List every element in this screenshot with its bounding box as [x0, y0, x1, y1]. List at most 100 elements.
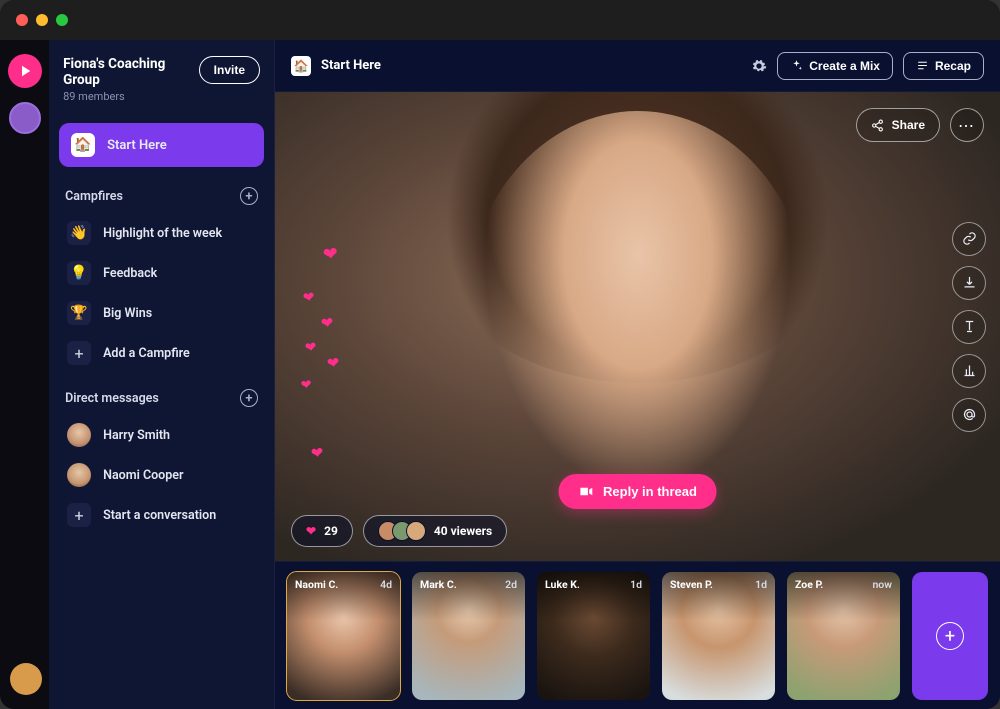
- mention-tool[interactable]: [952, 398, 986, 432]
- reply-time: 2d: [505, 578, 517, 591]
- dm-label: Harry Smith: [103, 428, 170, 443]
- group-title: Fiona's Coaching Group: [63, 56, 199, 88]
- reply-in-thread-button[interactable]: Reply in thread: [558, 474, 717, 509]
- dm-avatar: [67, 423, 91, 447]
- start-here-icon: 🏠: [71, 133, 95, 157]
- heart-icon: ❤: [304, 339, 318, 356]
- topbar-title-group: 🏠 Start Here: [291, 56, 381, 76]
- dm-avatar: [67, 463, 91, 487]
- topbar-title: Start Here: [321, 58, 381, 73]
- campfire-item-big-wins[interactable]: 🏆 Big Wins: [59, 293, 264, 333]
- heart-icon: ❤: [310, 443, 325, 463]
- reply-card[interactable]: Naomi C. 4d: [287, 572, 400, 700]
- add-campfire-label: Add a Campfire: [103, 346, 190, 361]
- add-campfire-item[interactable]: + Add a Campfire: [59, 333, 264, 373]
- campfire-label: Big Wins: [103, 306, 152, 321]
- add-reply-card[interactable]: +: [912, 572, 988, 700]
- reply-time: 1d: [630, 578, 642, 591]
- group-member-count: 89 members: [63, 90, 199, 103]
- lightbulb-icon: 💡: [67, 261, 91, 285]
- reply-card[interactable]: Steven P. 1d: [662, 572, 775, 700]
- reply-author: Steven P.: [670, 578, 713, 591]
- text-tool[interactable]: [952, 310, 986, 344]
- poll-tool[interactable]: [952, 354, 986, 388]
- reply-author: Mark C.: [420, 578, 457, 591]
- reply-card[interactable]: Zoe P.now: [787, 572, 900, 700]
- dm-heading-row: Direct messages +: [59, 379, 264, 415]
- settings-button[interactable]: [751, 58, 767, 74]
- share-label: Share: [892, 118, 925, 132]
- text-icon: [962, 319, 977, 334]
- recap-icon: [916, 59, 929, 72]
- user-avatar[interactable]: [10, 663, 42, 695]
- campfire-label: Highlight of the week: [103, 226, 222, 241]
- video-stage[interactable]: ❤ ❤ ❤ ❤ ❤ ❤ ❤ Share ⋯: [275, 92, 1000, 561]
- likes-chip[interactable]: ❤ 29: [291, 515, 353, 547]
- topbar: 🏠 Start Here Create a Mix Recap: [275, 40, 1000, 92]
- more-button[interactable]: ⋯: [950, 108, 984, 142]
- campfires-heading: Campfires: [65, 189, 123, 204]
- nav-start-here-label: Start Here: [107, 138, 167, 153]
- wave-icon: 👋: [67, 221, 91, 245]
- reply-strip: Naomi C. 4d Mark C. 2d Luke K. 1d Steven P.…: [275, 561, 1000, 709]
- recap-button[interactable]: Recap: [903, 52, 984, 80]
- invite-button[interactable]: Invite: [199, 56, 260, 84]
- share-button[interactable]: Share: [856, 108, 940, 142]
- viewers-chip[interactable]: 40 viewers: [363, 515, 507, 547]
- add-dm-icon[interactable]: +: [240, 389, 258, 407]
- add-campfire-icon[interactable]: +: [240, 187, 258, 205]
- campfire-item-feedback[interactable]: 💡 Feedback: [59, 253, 264, 293]
- reply-label: Reply in thread: [603, 484, 697, 499]
- create-mix-button[interactable]: Create a Mix: [777, 52, 893, 80]
- dm-label: Naomi Cooper: [103, 468, 183, 483]
- app-window: Fiona's Coaching Group 89 members Invite…: [0, 0, 1000, 709]
- reply-time: now: [872, 578, 892, 591]
- start-conversation-label: Start a conversation: [103, 508, 216, 523]
- heart-icon: ❤: [326, 353, 341, 373]
- dots-icon: ⋯: [958, 116, 976, 135]
- download-tool[interactable]: [952, 266, 986, 300]
- heart-icon: ❤: [320, 313, 335, 333]
- heart-icon: ❤: [306, 524, 316, 538]
- gear-icon: [751, 58, 767, 74]
- link-tool[interactable]: [952, 222, 986, 256]
- at-icon: [962, 407, 977, 422]
- window-close-button[interactable]: [16, 14, 28, 26]
- group-header: Fiona's Coaching Group 89 members Invite: [59, 54, 264, 105]
- plus-circle-icon: +: [936, 622, 964, 650]
- app-body: Fiona's Coaching Group 89 members Invite…: [0, 40, 1000, 709]
- video-icon: [578, 484, 593, 499]
- create-mix-label: Create a Mix: [809, 59, 880, 73]
- video-placeholder: [464, 111, 812, 524]
- dm-item-naomi[interactable]: Naomi Cooper: [59, 455, 264, 495]
- sidebar: Fiona's Coaching Group 89 members Invite…: [49, 40, 275, 709]
- start-conversation-item[interactable]: + Start a conversation: [59, 495, 264, 535]
- workspace-rail: [0, 40, 49, 709]
- start-here-icon: 🏠: [291, 56, 311, 76]
- window-titlebar: [0, 0, 1000, 40]
- reply-time: 1d: [755, 578, 767, 591]
- viewers-label: 40 viewers: [434, 524, 492, 538]
- viewer-avatars: [378, 521, 426, 541]
- sparkle-icon: [790, 59, 803, 72]
- workspace-avatar[interactable]: [9, 102, 41, 134]
- heart-icon: ❤: [302, 289, 316, 306]
- download-icon: [962, 275, 977, 290]
- campfire-item-highlight[interactable]: 👋 Highlight of the week: [59, 213, 264, 253]
- reply-time: 4d: [380, 578, 392, 591]
- likes-count: 29: [324, 524, 338, 538]
- plus-icon: +: [67, 503, 91, 527]
- tool-rail: [952, 222, 986, 432]
- trophy-icon: 🏆: [67, 301, 91, 325]
- dm-item-harry[interactable]: Harry Smith: [59, 415, 264, 455]
- window-fullscreen-button[interactable]: [56, 14, 68, 26]
- reply-author: Luke K.: [545, 578, 580, 591]
- app-logo[interactable]: [8, 54, 42, 88]
- reply-author: Naomi C.: [295, 578, 338, 591]
- reply-card[interactable]: Mark C. 2d: [412, 572, 525, 700]
- window-minimize-button[interactable]: [36, 14, 48, 26]
- app-logo-icon: [16, 62, 34, 80]
- reply-card[interactable]: Luke K. 1d: [537, 572, 650, 700]
- chart-bar-icon: [962, 363, 977, 378]
- nav-start-here[interactable]: 🏠 Start Here: [59, 123, 264, 167]
